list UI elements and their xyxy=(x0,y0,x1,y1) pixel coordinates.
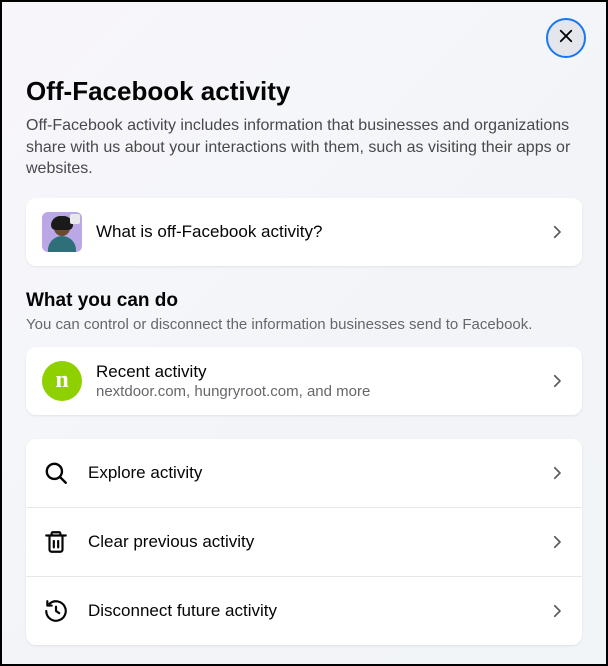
chevron-right-icon xyxy=(548,602,566,620)
actions-card: Explore activity Clear previous activity xyxy=(26,439,582,645)
recent-activity-card: n Recent activity nextdoor.com, hungryro… xyxy=(26,347,582,415)
what-is-off-fb-row[interactable]: What is off-Facebook activity? xyxy=(26,198,582,266)
search-icon xyxy=(42,453,70,493)
close-icon xyxy=(557,27,575,50)
chevron-right-icon xyxy=(548,223,566,241)
section-subtitle: You can control or disconnect the inform… xyxy=(26,316,582,333)
explore-activity-row[interactable]: Explore activity xyxy=(26,439,582,507)
clear-previous-activity-row[interactable]: Clear previous activity xyxy=(26,507,582,576)
page-description: Off-Facebook activity includes informati… xyxy=(26,115,582,180)
section-title: What you can do xyxy=(26,290,582,312)
recent-activity-subtitle: nextdoor.com, hungryroot.com, and more xyxy=(96,383,540,400)
recent-activity-row[interactable]: n Recent activity nextdoor.com, hungryro… xyxy=(26,347,582,415)
explainer-label: What is off-Facebook activity? xyxy=(96,222,540,242)
nextdoor-icon: n xyxy=(42,361,82,401)
trash-icon xyxy=(42,522,70,562)
recent-activity-title: Recent activity xyxy=(96,362,540,382)
page-title: Off-Facebook activity xyxy=(26,76,582,107)
explainer-card: What is off-Facebook activity? xyxy=(26,198,582,266)
chevron-right-icon xyxy=(548,533,566,551)
clear-previous-label: Clear previous activity xyxy=(88,532,540,552)
chevron-right-icon xyxy=(548,464,566,482)
history-off-icon xyxy=(42,591,70,631)
explore-activity-label: Explore activity xyxy=(88,463,540,483)
close-button[interactable] xyxy=(546,18,586,58)
disconnect-future-activity-row[interactable]: Disconnect future activity xyxy=(26,576,582,645)
chevron-right-icon xyxy=(548,372,566,390)
avatar-icon xyxy=(42,212,82,252)
disconnect-future-label: Disconnect future activity xyxy=(88,601,540,621)
